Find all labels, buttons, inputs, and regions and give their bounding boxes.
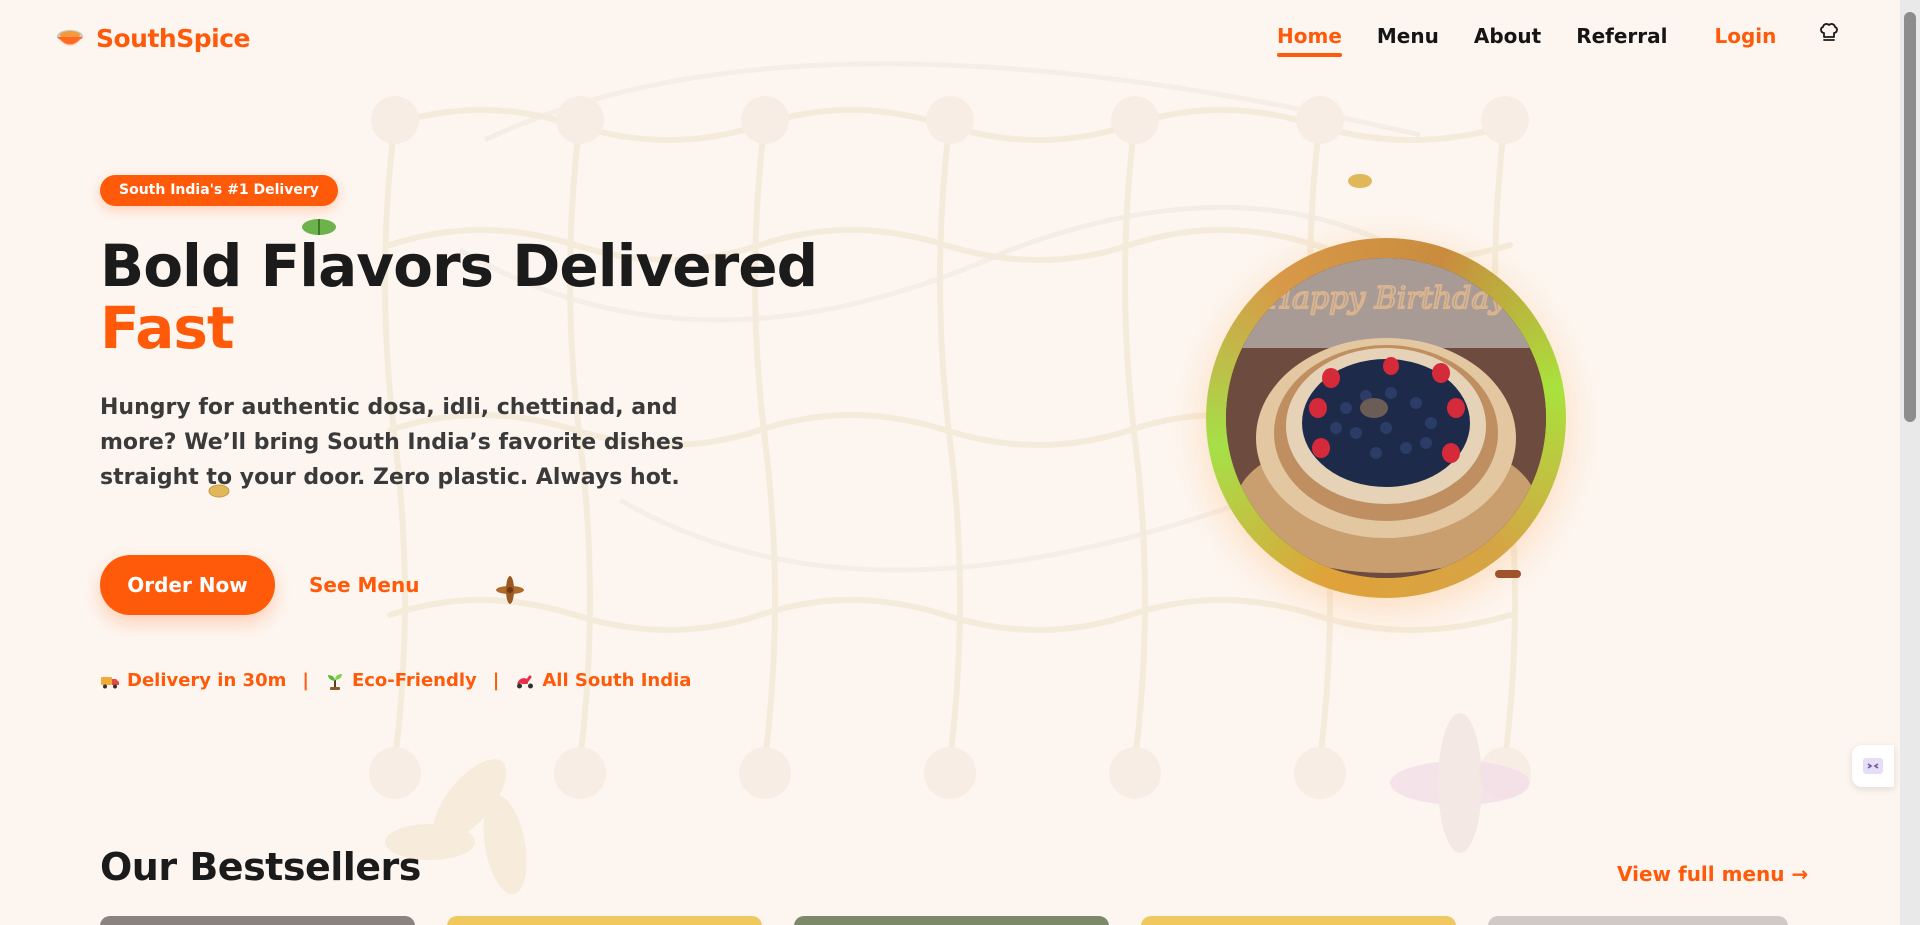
bestseller-card[interactable] bbox=[100, 916, 415, 925]
nav-item-referral[interactable]: Referral bbox=[1576, 20, 1667, 52]
cinnamon-decoration-icon bbox=[1495, 570, 1521, 578]
seedling-icon bbox=[327, 673, 342, 690]
see-menu-link[interactable]: See Menu bbox=[309, 570, 419, 600]
order-now-button[interactable]: Order Now bbox=[100, 555, 275, 615]
bestseller-card[interactable] bbox=[794, 916, 1109, 925]
brand-logo-link[interactable]: SouthSpice bbox=[54, 22, 250, 54]
hero-title-line1: Bold Flavors Delivered bbox=[100, 232, 818, 300]
view-full-menu-link[interactable]: View full menu → bbox=[1617, 862, 1808, 886]
bestsellers-title: Our Bestsellers bbox=[100, 845, 421, 889]
feature-region: All South India bbox=[515, 670, 691, 691]
nav-item-menu[interactable]: Menu bbox=[1377, 20, 1439, 52]
scrollbar-thumb[interactable] bbox=[1904, 12, 1916, 422]
feature-separator: | bbox=[302, 670, 309, 691]
feature-region-label: All South India bbox=[542, 670, 692, 691]
bestseller-card[interactable] bbox=[1141, 916, 1456, 925]
cake-topper-text: Happy Birthday bbox=[1265, 281, 1507, 316]
feature-separator: | bbox=[492, 670, 500, 691]
nav-item-home[interactable]: Home bbox=[1277, 20, 1342, 57]
star-anise-decoration-icon bbox=[496, 576, 524, 604]
scooter-icon bbox=[517, 675, 534, 688]
feature-delivery-label: Delivery in 30m bbox=[127, 670, 287, 691]
hero-features: Delivery in 30m | Eco-Friendly | All Sou… bbox=[100, 670, 691, 691]
hero-title-accent: Fast bbox=[100, 294, 235, 362]
lentil-decoration-icon bbox=[1348, 174, 1372, 188]
feature-eco-label: Eco-Friendly bbox=[351, 670, 477, 691]
bestseller-card[interactable] bbox=[447, 916, 762, 925]
hero-badge: South India's #1 Delivery bbox=[100, 175, 338, 206]
hero-title: Bold Flavors Delivered Fast bbox=[100, 232, 818, 362]
login-link[interactable]: Login bbox=[1715, 20, 1777, 52]
brand-name: SouthSpice bbox=[96, 23, 250, 53]
main-nav: Home Menu About Referral Login bbox=[1277, 20, 1777, 57]
site-header: SouthSpice Home Menu About Referral Logi… bbox=[0, 0, 1900, 72]
assistant-icon bbox=[1863, 758, 1883, 774]
chef-hat-icon[interactable] bbox=[1817, 20, 1841, 44]
delivery-truck-icon bbox=[101, 676, 119, 688]
feature-eco: Eco-Friendly bbox=[325, 670, 477, 691]
birthday-cake-photo: Happy Birthday bbox=[1226, 258, 1546, 578]
leaf-decoration-icon bbox=[302, 219, 336, 235]
bestseller-card[interactable] bbox=[1488, 916, 1788, 925]
page-scrollbar[interactable] bbox=[1900, 0, 1920, 925]
feature-delivery: Delivery in 30m bbox=[100, 670, 286, 691]
hero-description: Hungry for authentic dosa, idli, chettin… bbox=[100, 395, 684, 490]
seed-decoration-icon bbox=[208, 484, 230, 498]
side-assistant-widget[interactable] bbox=[1852, 745, 1894, 787]
cake-illustration: Happy Birthday bbox=[1226, 258, 1546, 578]
nav-item-about[interactable]: About bbox=[1474, 20, 1541, 52]
bowl-icon bbox=[57, 30, 83, 46]
